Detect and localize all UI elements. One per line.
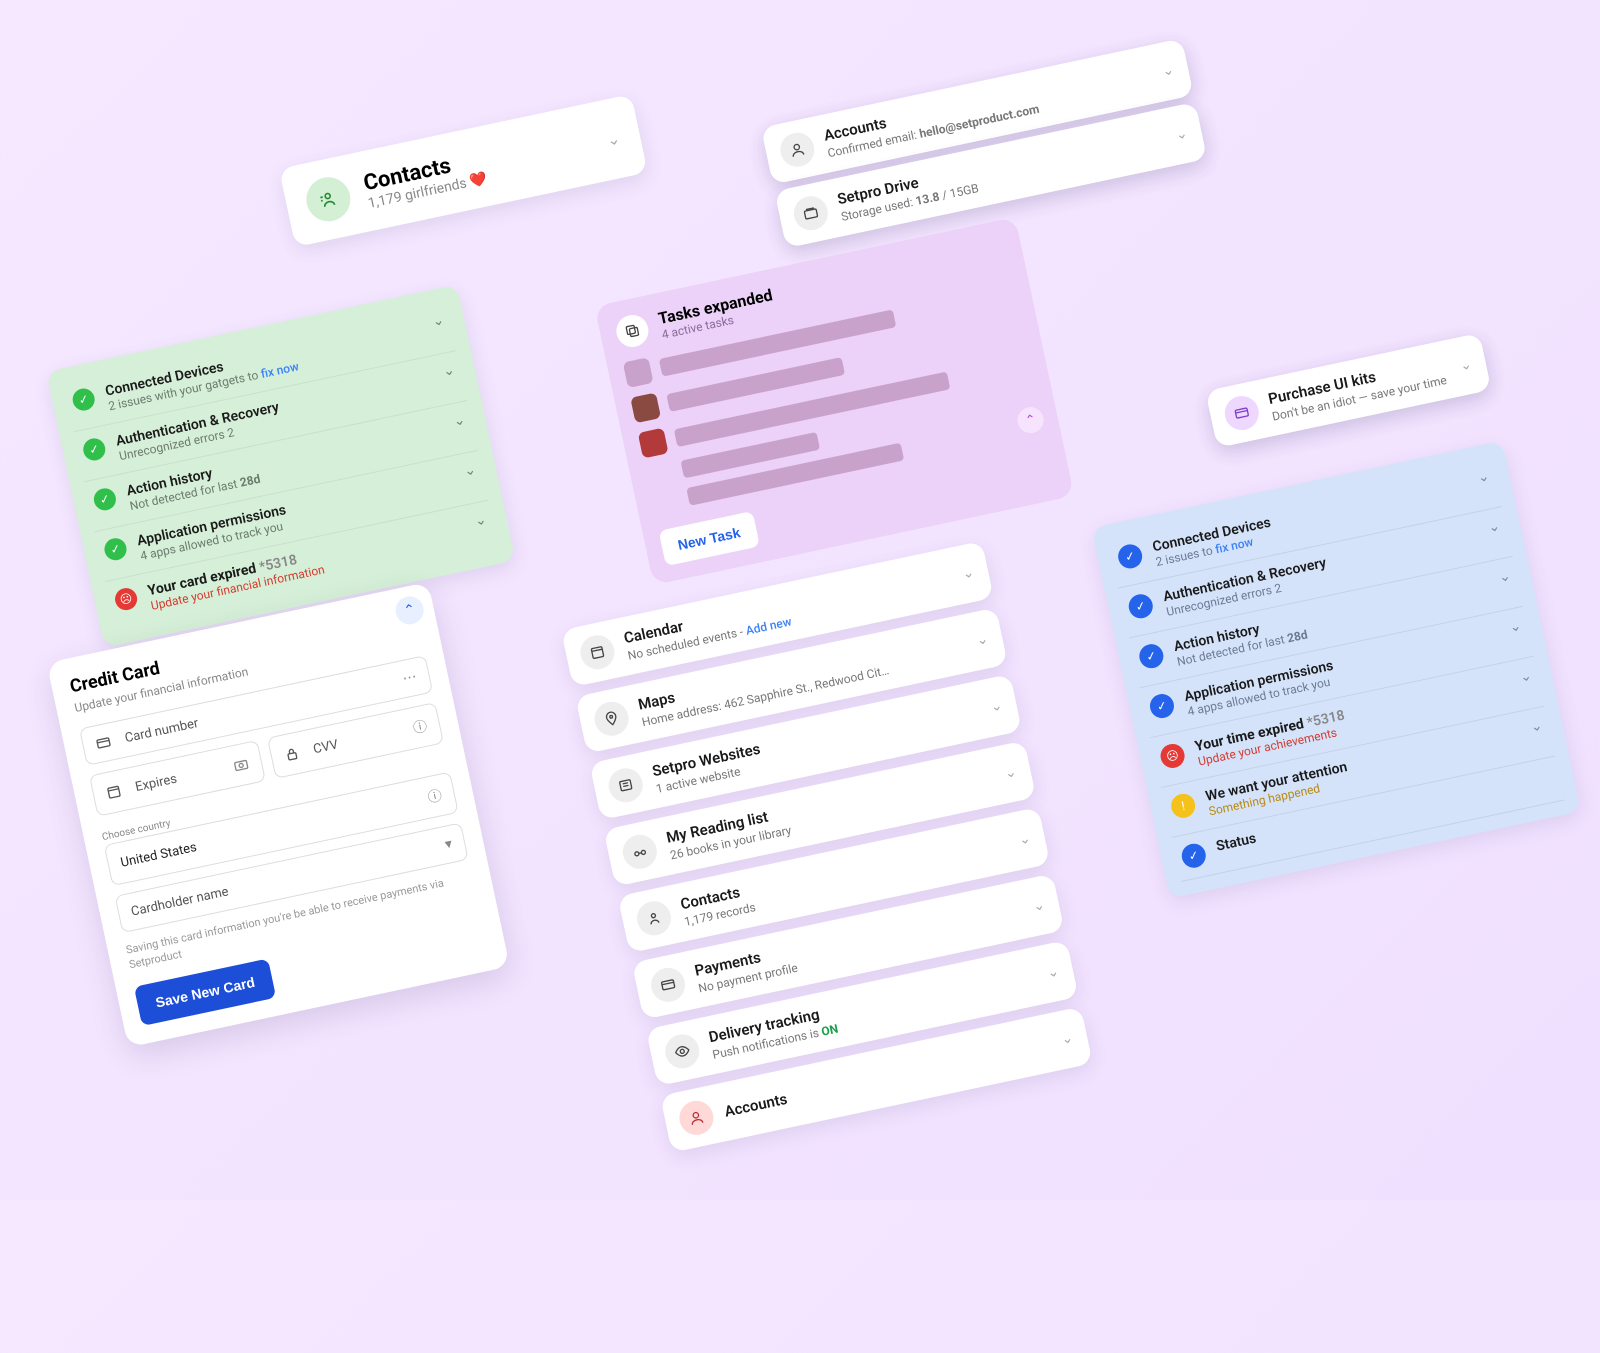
- chevron-down-icon: ⌄: [1487, 518, 1502, 536]
- camera-icon[interactable]: [232, 755, 251, 774]
- news-icon: [606, 765, 646, 805]
- check-icon: ✓: [1127, 592, 1155, 620]
- chevron-down-icon: ⌄: [1508, 618, 1523, 636]
- chevron-down-icon: ⌄: [989, 697, 1004, 715]
- pin-icon: [591, 699, 631, 739]
- credit-card-form: ⌃ Credit Card Update your financial info…: [47, 582, 510, 1047]
- avatar: [630, 392, 661, 423]
- check-icon: ✓: [1137, 642, 1165, 670]
- check-icon: ✓: [71, 387, 97, 413]
- chevron-down-icon: ⌄: [1497, 568, 1512, 586]
- info-icon[interactable]: ⓘ: [411, 716, 429, 738]
- chevron-down-icon: ⌄: [1017, 830, 1032, 848]
- contacts-header-card[interactable]: Contacts 1,179 girlfriends ❤️ ⌄: [279, 94, 648, 247]
- chevron-down-icon: ⌄: [1174, 125, 1189, 143]
- chevron-down-icon: ⌄: [452, 412, 467, 430]
- chevron-down-icon: ⌄: [1161, 62, 1176, 80]
- check-icon: ✓: [92, 486, 118, 512]
- dropdown-icon: ▾: [444, 836, 454, 853]
- save-card-button[interactable]: Save New Card: [134, 958, 276, 1026]
- check-icon: ✓: [1180, 841, 1208, 869]
- chevron-down-icon: ⌄: [463, 462, 478, 480]
- avatar: [638, 428, 669, 459]
- chevron-down-icon: ⌄: [975, 631, 990, 649]
- card-icon: [648, 965, 688, 1005]
- check-icon: ✓: [1116, 542, 1144, 570]
- security-panel-green: ✓ Connected Devices 2 issues with your g…: [46, 284, 515, 647]
- calendar-icon: [577, 632, 617, 672]
- avatar: [623, 357, 654, 388]
- tasks-icon: [613, 312, 651, 350]
- error-icon: ☹: [1158, 742, 1186, 770]
- error-icon: ☹: [113, 586, 139, 612]
- chevron-down-icon: ⌄: [1459, 356, 1474, 374]
- chevron-down-icon: ⌄: [441, 362, 456, 380]
- calendar-icon: [104, 782, 127, 802]
- lock-icon: [282, 744, 305, 764]
- info-icon[interactable]: ⓘ: [426, 785, 444, 807]
- chevron-down-icon: ⌄: [961, 564, 976, 582]
- apps-list: Calendar No scheduled events - Add new ⌄…: [561, 541, 1095, 1163]
- card-icon: [94, 733, 117, 753]
- drive-icon: [791, 193, 831, 233]
- glasses-icon: [620, 832, 660, 872]
- chevron-down-icon: ⌄: [605, 128, 622, 149]
- person-icon: [777, 130, 817, 170]
- check-icon: ✓: [81, 436, 107, 462]
- chevron-down-icon: ⌄: [1519, 668, 1534, 686]
- chevron-down-icon: ⌄: [1032, 897, 1047, 915]
- new-task-button[interactable]: New Task: [659, 511, 760, 566]
- contacts-icon: [634, 898, 674, 938]
- eye-icon: [662, 1031, 702, 1071]
- check-icon: ✓: [1148, 692, 1176, 720]
- chevron-down-icon: ⌄: [1476, 468, 1491, 486]
- warning-icon: !: [1169, 792, 1197, 820]
- chevron-down-icon: ⌄: [1060, 1030, 1075, 1048]
- chevron-down-icon: ⌄: [1003, 764, 1018, 782]
- chevron-down-icon: ⌄: [1529, 718, 1544, 736]
- check-icon: ✓: [102, 536, 128, 562]
- card-icon: [1222, 393, 1262, 433]
- contacts-icon: [302, 173, 354, 225]
- person-icon: [676, 1098, 716, 1138]
- chevron-down-icon: ⌄: [431, 312, 446, 330]
- chevron-down-icon: ⌄: [1046, 963, 1061, 981]
- security-panel-blue: ✓ Connected Devices 2 issues to fix now …: [1091, 441, 1581, 899]
- chevron-down-icon: ⌄: [473, 512, 488, 530]
- promo-card[interactable]: Purchase UI kits Don't be an idiot — sav…: [1205, 333, 1491, 448]
- more-icon[interactable]: ⋯: [401, 669, 418, 688]
- tasks-panel: Tasks expanded 4 active tasks New Task ⌃: [594, 217, 1074, 585]
